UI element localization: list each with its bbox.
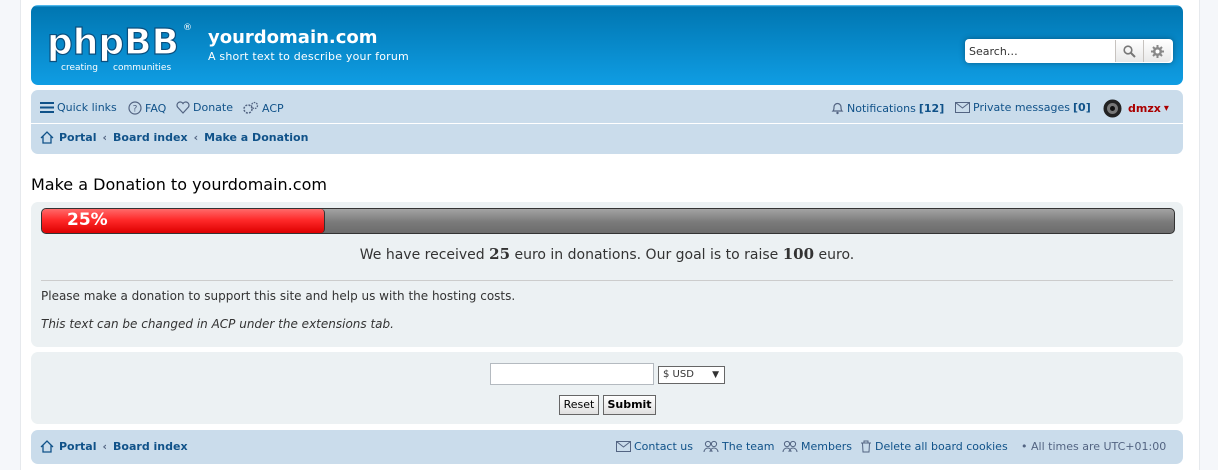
heart-icon xyxy=(176,101,190,114)
team-icon xyxy=(703,440,719,453)
donation-form: $ USD ▼ Reset Submit xyxy=(31,352,1183,424)
hamburger-icon xyxy=(40,102,54,113)
logo-text: phpBB xyxy=(47,22,179,63)
summary-text-b: euro in donations. Our goal is to raise xyxy=(514,247,779,263)
contact-us-link[interactable]: Contact us xyxy=(616,440,693,453)
breadcrumb-portal[interactable]: Portal xyxy=(59,131,97,144)
faq-label: FAQ xyxy=(145,101,167,115)
logo-tagline-communities: communities xyxy=(113,63,171,73)
search-button[interactable] xyxy=(1115,40,1143,62)
breadcrumb-board-index[interactable]: Board index xyxy=(113,131,188,144)
envelope-icon xyxy=(616,441,631,452)
donation-progress-bar: 25% xyxy=(41,208,1175,234)
donation-amount-input[interactable] xyxy=(490,363,654,385)
footer-breadcrumb: Portal ‹ Board index xyxy=(40,440,188,453)
phpbb-logo[interactable]: phpBB ® creating communities xyxy=(45,16,195,74)
footer-navbar: Portal ‹ Board index Contact us The team… xyxy=(31,430,1183,464)
username: dmzx xyxy=(1128,102,1161,115)
dropdown-arrow-icon: ▼ xyxy=(712,370,719,380)
acp-label: ACP xyxy=(262,101,284,115)
pm-count: [0] xyxy=(1073,101,1091,114)
private-messages-link[interactable]: Private messages [0] xyxy=(955,101,1091,114)
breadcrumb-separator: ‹ xyxy=(102,440,108,453)
site-description: A short text to describe your forum xyxy=(208,50,409,63)
search-box xyxy=(965,39,1173,63)
question-icon: ? xyxy=(128,101,142,115)
svg-text:?: ? xyxy=(133,105,138,115)
goal-amount: 100 xyxy=(782,245,815,263)
summary-text-c: euro. xyxy=(818,247,855,263)
donation-note: This text can be changed in ACP under th… xyxy=(41,317,394,331)
donation-panel: 25% We have received 25 euro in donation… xyxy=(31,202,1183,347)
trash-icon xyxy=(861,440,871,453)
currency-selected: $ USD xyxy=(663,369,694,380)
delete-cookies-link[interactable]: Delete all board cookies xyxy=(860,440,1008,453)
bell-icon xyxy=(831,102,844,115)
donate-link[interactable]: Donate xyxy=(176,101,233,114)
envelope-icon xyxy=(955,102,970,113)
cogs-icon xyxy=(243,101,259,114)
navbar: Quick links ? FAQ Donate ACP Notificatio… xyxy=(31,90,1183,154)
footer-breadcrumb-portal[interactable]: Portal xyxy=(59,440,97,453)
notifications-label: Notifications xyxy=(847,101,916,115)
bullet-separator: • xyxy=(1021,440,1028,453)
search-icon xyxy=(1123,44,1136,58)
donation-summary: We have received 25 euro in donations. O… xyxy=(31,245,1183,263)
notifications-count: [12] xyxy=(918,101,945,115)
private-messages-label: Private messages xyxy=(973,101,1071,114)
breadcrumb-separator: ‹ xyxy=(102,131,108,144)
footer-breadcrumb-board-index[interactable]: Board index xyxy=(113,440,188,453)
currency-select[interactable]: $ USD ▼ xyxy=(658,366,725,384)
home-icon xyxy=(40,131,54,144)
contact-us-label: Contact us xyxy=(634,440,693,453)
delete-cookies-label: Delete all board cookies xyxy=(875,440,1008,453)
the-team-link[interactable]: The team xyxy=(703,440,775,453)
quick-links-label: Quick links xyxy=(57,101,117,114)
navbar-links-row: Quick links ? FAQ Donate ACP Notificatio… xyxy=(31,90,1183,124)
breadcrumb-make-donation[interactable]: Make a Donation xyxy=(204,131,308,144)
breadcrumb-separator: ‹ xyxy=(193,131,199,144)
submit-button[interactable]: Submit xyxy=(603,395,656,415)
donation-message: Please make a donation to support this s… xyxy=(41,289,516,303)
notifications-link[interactable]: Notifications [12] xyxy=(831,101,944,115)
logo-registered: ® xyxy=(183,23,192,33)
home-icon xyxy=(40,440,54,453)
members-icon xyxy=(782,440,798,453)
faq-link[interactable]: ? FAQ xyxy=(128,101,166,115)
timezone-info: • All times are UTC+01:00 xyxy=(1021,440,1166,453)
avatar xyxy=(1103,99,1122,118)
search-input[interactable] xyxy=(966,40,1114,62)
the-team-label: The team xyxy=(722,440,775,453)
site-header: phpBB ® creating communities yourdomain.… xyxy=(31,5,1183,85)
chevron-down-icon: ▾ xyxy=(1163,103,1169,114)
members-link[interactable]: Members xyxy=(782,440,852,453)
timezone-label: All times are UTC+01:00 xyxy=(1031,440,1167,453)
page-title: Make a Donation to yourdomain.com xyxy=(31,175,327,194)
members-label: Members xyxy=(801,440,852,453)
acp-link[interactable]: ACP xyxy=(243,101,284,115)
logo-tagline-creating: creating xyxy=(61,63,98,73)
progress-percent: 25% xyxy=(67,210,108,230)
divider xyxy=(41,280,1173,281)
gear-icon xyxy=(1151,44,1164,58)
quick-links-menu[interactable]: Quick links xyxy=(40,101,117,114)
summary-text-a: We have received xyxy=(359,247,485,263)
breadcrumb: Portal ‹ Board index ‹ Make a Donation xyxy=(40,131,308,144)
donate-label: Donate xyxy=(193,101,233,114)
site-title[interactable]: yourdomain.com xyxy=(208,27,378,48)
page-wrapper: phpBB ® creating communities yourdomain.… xyxy=(20,0,1200,470)
reset-button[interactable]: Reset xyxy=(559,395,599,415)
advanced-search-button[interactable] xyxy=(1143,40,1171,62)
received-amount: 25 xyxy=(489,245,511,263)
user-menu[interactable]: dmzx ▾ xyxy=(1103,99,1169,118)
